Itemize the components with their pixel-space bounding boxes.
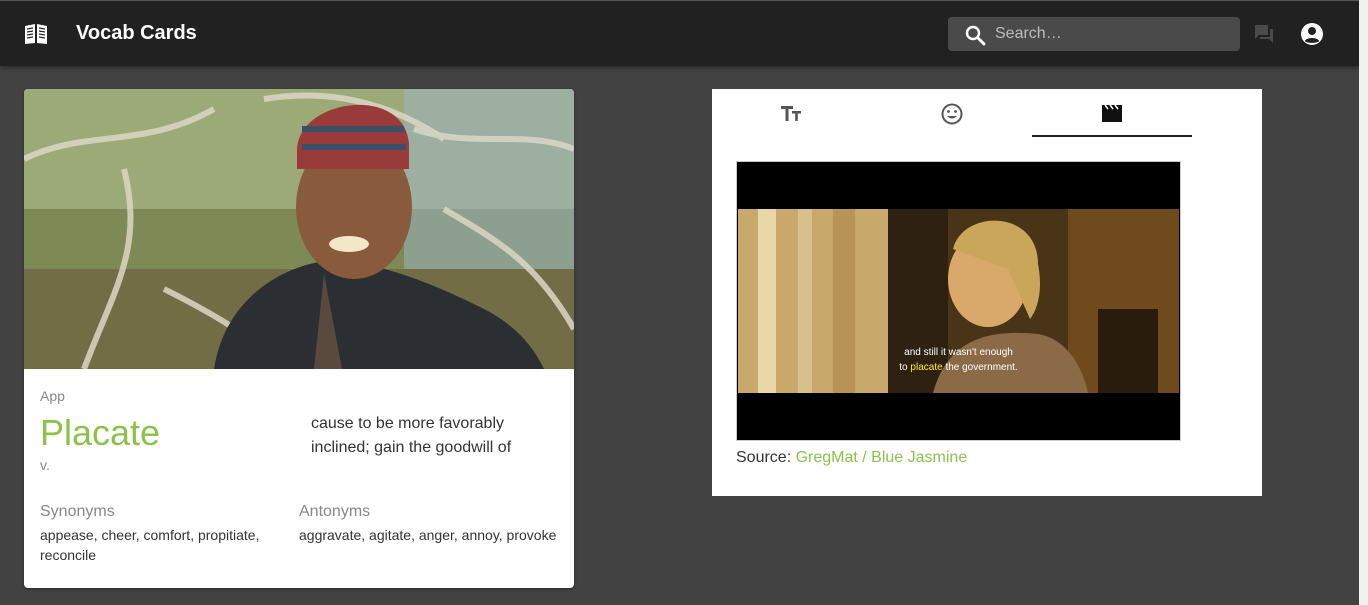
movie-clapper-icon xyxy=(1102,104,1122,122)
text-size-icon xyxy=(781,106,801,121)
subtitle-line-2: to placate the government. xyxy=(738,360,1179,375)
tab-emoji[interactable] xyxy=(872,89,1032,137)
media-card: and still it wasn't enough to placate th… xyxy=(712,89,1262,496)
synonyms-heading: Synonyms xyxy=(40,503,115,520)
search-input[interactable] xyxy=(995,17,1230,51)
search-icon xyxy=(965,25,986,46)
source-link[interactable]: GregMat / Blue Jasmine xyxy=(796,449,968,466)
scrollbar[interactable] xyxy=(1359,0,1368,605)
account-circle-icon[interactable] xyxy=(1300,22,1324,46)
tab-text[interactable] xyxy=(712,89,872,137)
word-category: App xyxy=(40,388,65,404)
subtitles: and still it wasn't enough to placate th… xyxy=(738,345,1179,375)
source-label: Source: xyxy=(736,449,792,466)
emoji-icon xyxy=(941,103,963,125)
vocab-word: Placate xyxy=(40,412,161,453)
book-open-icon[interactable] xyxy=(24,23,48,45)
word-definition: cause to be more favorably inclined; gai… xyxy=(311,415,512,456)
antonyms-list: aggravate, agitate, anger, annoy, provok… xyxy=(299,527,557,543)
search-box[interactable] xyxy=(948,17,1240,51)
subtitle-after: the government. xyxy=(945,362,1018,373)
synonyms-list: appease, cheer, comfort, propitiate, rec… xyxy=(40,527,260,563)
subtitle-before: to xyxy=(899,362,908,373)
chat-icon[interactable] xyxy=(1253,23,1275,45)
word-photo xyxy=(24,89,574,369)
tab-movie[interactable] xyxy=(1032,89,1192,137)
word-card: App Placate v. cause to be more favorabl… xyxy=(24,89,574,588)
app-title: Vocab Cards xyxy=(76,22,197,44)
video-player[interactable]: and still it wasn't enough to placate th… xyxy=(736,161,1181,441)
subtitle-highlight: placate xyxy=(910,362,943,373)
app-bar: Vocab Cards xyxy=(0,0,1359,66)
source-line: Source: GregMat / Blue Jasmine xyxy=(736,449,967,467)
antonyms-heading: Antonyms xyxy=(299,503,371,520)
part-of-speech: v. xyxy=(40,457,50,473)
subtitle-line-1: and still it wasn't enough xyxy=(904,347,1013,358)
